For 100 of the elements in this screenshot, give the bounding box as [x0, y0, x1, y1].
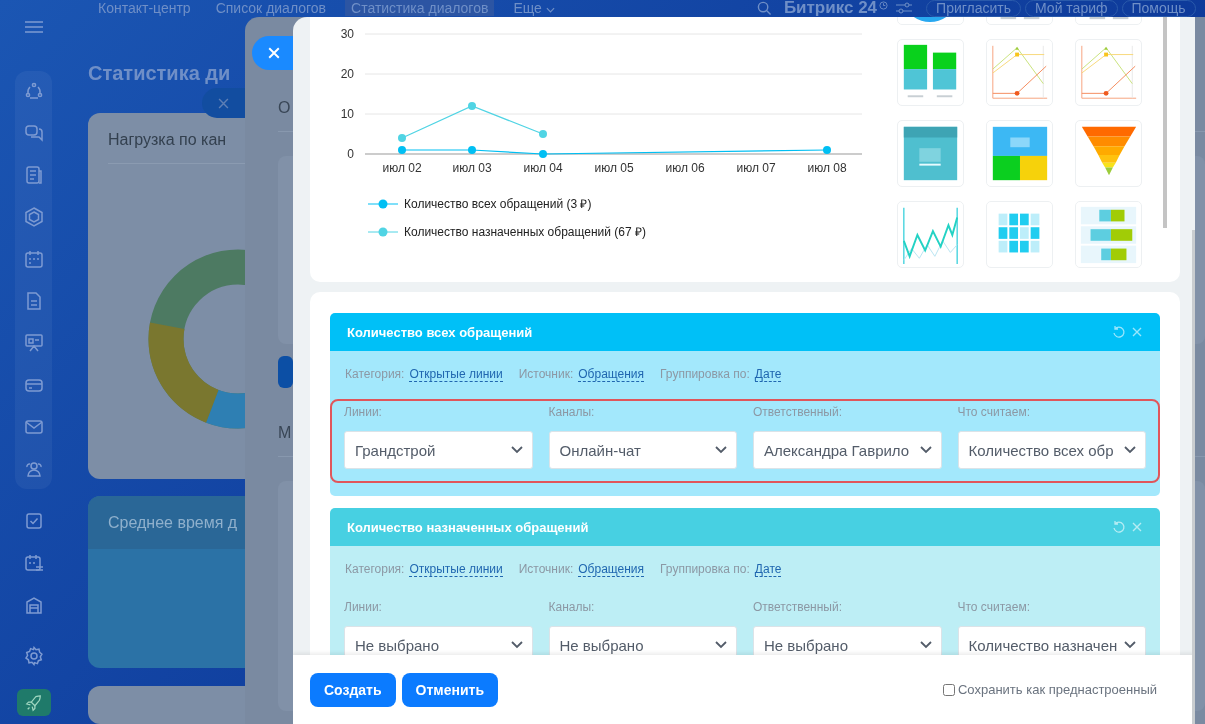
axis-label: июл 02	[382, 161, 422, 175]
people-icon[interactable]	[23, 459, 44, 479]
meta-link[interactable]: Открытые линии	[409, 561, 503, 577]
refresh-icon[interactable]	[1112, 520, 1126, 534]
legend-marker	[367, 227, 399, 237]
widget-title: Количество всех обращений	[347, 324, 534, 340]
close-icon	[218, 97, 229, 109]
scrollbar[interactable]	[1192, 230, 1195, 724]
chat-icon[interactable]	[23, 123, 44, 143]
action-button[interactable]: Создать	[310, 672, 396, 707]
calendar-icon[interactable]	[23, 249, 44, 269]
panel-button[interactable]	[278, 356, 293, 388]
section-heading: О	[278, 99, 291, 118]
field-label: Каналы:	[548, 405, 596, 421]
newspaper-icon[interactable]	[23, 165, 44, 185]
axis-label: июл 04	[523, 161, 563, 175]
close-icon[interactable]	[1132, 327, 1142, 337]
logo: Битрикс 24	[783, 0, 878, 18]
schedule-icon[interactable]	[23, 553, 44, 573]
scrollbar[interactable]	[1163, 17, 1167, 228]
chevron-icon	[919, 446, 932, 454]
field-label: Ответственный:	[753, 600, 844, 616]
chart-type-tile[interactable]	[986, 120, 1053, 187]
close-icon[interactable]	[1132, 522, 1142, 532]
meta-link[interactable]: Обращения	[578, 366, 645, 382]
presentation-icon[interactable]	[23, 333, 44, 353]
sliders-icon[interactable]	[896, 2, 913, 14]
axis-label: 0	[347, 147, 354, 161]
meta-label: Категория:	[345, 562, 405, 576]
data-point	[398, 146, 406, 154]
chart-type-tile[interactable]	[986, 39, 1053, 106]
meta-label: Источник:	[518, 367, 574, 381]
search-icon[interactable]	[756, 0, 772, 16]
data-point	[539, 130, 547, 138]
dropdown[interactable]: Грандстрой	[344, 431, 533, 469]
nav-tab[interactable]: Еще	[507, 0, 561, 16]
meta-label: Категория:	[345, 367, 405, 381]
chart-type-tile[interactable]	[897, 201, 964, 268]
meta-link[interactable]: Дате	[754, 561, 782, 577]
chevron-icon	[1124, 641, 1136, 649]
meta-label: Источник:	[518, 562, 574, 576]
chart-type-tile[interactable]	[897, 120, 964, 187]
chart-type-tile[interactable]	[1075, 120, 1142, 187]
action-button[interactable]: Отменить	[401, 672, 498, 707]
dropdown[interactable]: Онлайн-чат	[548, 431, 737, 469]
chart-type-tile[interactable]	[986, 201, 1053, 268]
rocket-icon	[24, 693, 43, 712]
orbit-icon[interactable]	[23, 81, 44, 101]
chevron-icon	[510, 446, 523, 454]
dropdown[interactable]: Количество всех обр	[957, 431, 1146, 469]
close-button[interactable]	[202, 88, 245, 118]
chart-type-tile[interactable]	[897, 39, 964, 106]
meta-link[interactable]: Открытые линии	[409, 366, 503, 382]
legend-marker	[367, 199, 399, 209]
legend-label: Количество всех обращений (3 ₽)	[404, 197, 592, 211]
chevron-icon	[919, 641, 932, 649]
widget-title: Количество назначенных обращений	[347, 519, 590, 535]
chevron-icon	[510, 641, 523, 649]
refresh-icon[interactable]	[1112, 325, 1126, 339]
data-point	[468, 146, 476, 154]
card-title: Нагрузка по кан	[107, 129, 228, 149]
mail-icon[interactable]	[23, 417, 44, 437]
chart-type-tile[interactable]	[1075, 201, 1142, 268]
hexagon-icon[interactable]	[23, 207, 44, 227]
chevron-icon	[1124, 446, 1136, 454]
checkbox-icon[interactable]	[23, 511, 44, 531]
axis-label: 30	[340, 27, 354, 41]
dropdown[interactable]: Количество назначен	[957, 626, 1146, 655]
menu-icon[interactable]	[24, 21, 43, 33]
data-point	[823, 146, 831, 154]
axis-label: июл 08	[807, 161, 847, 175]
checkbox-label: Сохранить как преднастроенный	[957, 682, 1157, 697]
dropdown[interactable]: Не выбрано	[548, 626, 737, 655]
nav-tab[interactable]: Список диалогов	[209, 0, 333, 16]
data-point	[468, 102, 476, 110]
data-point	[398, 134, 406, 142]
chart-type-tile[interactable]	[1075, 39, 1142, 106]
meta-link[interactable]: Дате	[754, 366, 782, 382]
field-label: Линии:	[344, 600, 383, 616]
axis-label: июл 05	[594, 161, 634, 175]
rocket-button[interactable]	[16, 689, 51, 716]
meta-link[interactable]: Обращения	[578, 561, 645, 577]
axis-label: июл 06	[665, 161, 705, 175]
axis-label: июл 07	[736, 161, 776, 175]
legend-label: Количество назначенных обращений (67 ₽)	[404, 225, 646, 239]
dropdown[interactable]: Не выбрано	[753, 626, 942, 655]
field-label: Что считаем:	[957, 600, 1031, 616]
settings-icon[interactable]	[23, 646, 44, 666]
meta-label: Группировка по:	[660, 562, 750, 576]
checkbox[interactable]	[942, 683, 955, 696]
dropdown[interactable]: Не выбрано	[344, 626, 533, 655]
axis-label: 20	[340, 67, 354, 81]
warehouse-icon[interactable]	[23, 595, 44, 615]
field-label: Линии:	[344, 405, 383, 421]
close-button[interactable]	[252, 36, 293, 70]
section-heading: М	[278, 424, 292, 443]
card-title: Среднее время д	[107, 513, 239, 532]
axis-label: 10	[340, 107, 354, 121]
dropdown[interactable]: Александра Гаврило	[753, 431, 942, 469]
field-label: Что считаем:	[957, 405, 1031, 421]
